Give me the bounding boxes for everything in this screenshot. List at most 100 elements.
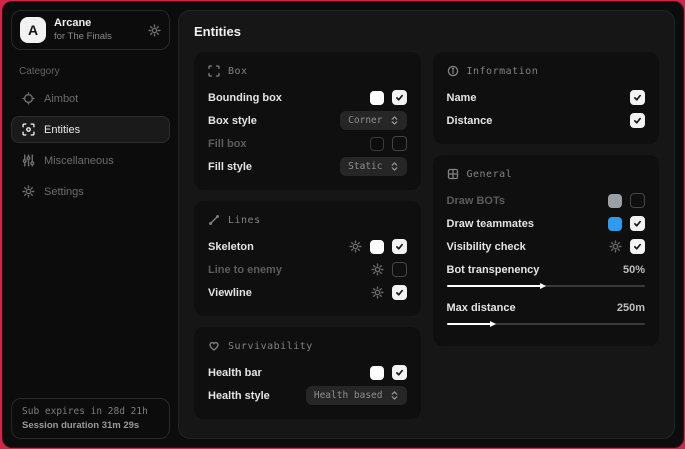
card-header: Information xyxy=(447,65,646,77)
row-settings-gear-icon[interactable] xyxy=(349,240,362,253)
setting-label: Viewline xyxy=(208,287,252,299)
setting-controls xyxy=(349,239,407,254)
slider-max-distance[interactable] xyxy=(447,320,646,328)
card-columns: Box Bounding box Box style Corner Fill b… xyxy=(194,52,659,419)
setting-label: Draw BOTs xyxy=(447,195,505,207)
sidebar-item-settings[interactable]: Settings xyxy=(11,178,170,205)
setting-label: Draw teammates xyxy=(447,218,534,230)
sidebar-item-label: Aimbot xyxy=(44,93,78,105)
setting-controls: Corner xyxy=(340,111,406,130)
setting-row: Fill style Static xyxy=(208,155,407,178)
card-title: Survivability xyxy=(228,341,313,352)
card-header: Lines xyxy=(208,214,407,226)
setting-label: Line to enemy xyxy=(208,264,282,276)
setting-controls xyxy=(370,90,407,105)
setting-label: Max distance xyxy=(447,302,516,314)
setting-row: Name xyxy=(447,86,646,109)
setting-row: Draw teammates xyxy=(447,212,646,235)
dropdown-health-style[interactable]: Health based xyxy=(306,386,407,405)
color-swatch[interactable] xyxy=(370,137,384,151)
sidebar-nav: Aimbot Entities Miscellaneous Settings xyxy=(11,85,170,205)
color-swatch[interactable] xyxy=(370,91,384,105)
card-title: Box xyxy=(228,66,248,77)
checkbox-skeleton[interactable] xyxy=(392,239,407,254)
row-settings-gear-icon[interactable] xyxy=(371,286,384,299)
checkbox-draw-bots[interactable] xyxy=(630,193,645,208)
sidebar-item-miscellaneous[interactable]: Miscellaneous xyxy=(11,147,170,174)
session-duration-text: Session duration 31m 29s xyxy=(22,420,159,431)
dropdown-box-style[interactable]: Corner xyxy=(340,111,406,130)
card-box: Box Bounding box Box style Corner Fill b… xyxy=(194,52,421,190)
card-general: General Draw BOTs Draw teammates Visibil… xyxy=(433,155,660,346)
color-swatch[interactable] xyxy=(608,217,622,231)
setting-controls xyxy=(371,285,407,300)
checkbox-distance[interactable] xyxy=(630,113,645,128)
right-column: Information Name Distance General Draw B… xyxy=(433,52,660,346)
category-label: Category xyxy=(19,66,162,77)
sidebar: A Arcane for The Finals Category Aimbot … xyxy=(3,2,176,447)
checkbox-viewline[interactable] xyxy=(392,285,407,300)
sidebar-item-label: Settings xyxy=(44,186,84,198)
setting-label: Distance xyxy=(447,115,493,127)
setting-controls xyxy=(608,216,645,231)
brand-card: A Arcane for The Finals xyxy=(11,10,170,50)
slider-bot-transpenency[interactable] xyxy=(447,282,646,290)
setting-row: Viewline xyxy=(208,281,407,304)
checkbox-line-to-enemy[interactable] xyxy=(392,262,407,277)
slider-setting: Bot transpenency 50% xyxy=(447,258,646,296)
setting-row: Visibility check xyxy=(447,235,646,258)
row-settings-gear-icon[interactable] xyxy=(609,240,622,253)
card-header: Survivability xyxy=(208,340,407,352)
card-survivability: Survivability Health bar Health style He… xyxy=(194,327,421,419)
setting-label: Skeleton xyxy=(208,241,254,253)
dropdown-value: Corner xyxy=(348,115,382,126)
setting-controls xyxy=(371,262,407,277)
brand-settings-gear-icon[interactable] xyxy=(148,24,161,37)
dropdown-value: Static xyxy=(348,161,382,172)
checkbox-bounding-box[interactable] xyxy=(392,90,407,105)
checkbox-health-bar[interactable] xyxy=(392,365,407,380)
setting-row: Bounding box xyxy=(208,86,407,109)
sidebar-item-label: Entities xyxy=(44,124,80,136)
chevrons-up-down-icon xyxy=(390,161,399,172)
setting-label: Bot transpenency xyxy=(447,264,540,276)
checkbox-visibility-check[interactable] xyxy=(630,239,645,254)
sidebar-item-label: Miscellaneous xyxy=(44,155,114,167)
app-window: A Arcane for The Finals Category Aimbot … xyxy=(2,1,684,448)
setting-label: Health style xyxy=(208,390,270,402)
brand-subtitle: for The Finals xyxy=(54,31,112,43)
left-column: Box Bounding box Box style Corner Fill b… xyxy=(194,52,421,419)
setting-label: Fill box xyxy=(208,138,247,150)
color-swatch[interactable] xyxy=(370,366,384,380)
brand-name: Arcane xyxy=(54,17,112,31)
chevrons-up-down-icon xyxy=(390,115,399,126)
brand-text: Arcane for The Finals xyxy=(54,17,112,43)
color-swatch[interactable] xyxy=(370,240,384,254)
slider-thumb[interactable] xyxy=(540,283,546,289)
dropdown-value: Health based xyxy=(314,390,383,401)
sidebar-item-entities[interactable]: Entities xyxy=(11,116,170,143)
checkbox-name[interactable] xyxy=(630,90,645,105)
slider-fill xyxy=(447,323,493,325)
color-swatch[interactable] xyxy=(608,194,622,208)
sidebar-item-aimbot[interactable]: Aimbot xyxy=(11,85,170,112)
setting-label: Name xyxy=(447,92,477,104)
setting-controls xyxy=(608,193,645,208)
checkbox-fill-box[interactable] xyxy=(392,136,407,151)
slider-thumb[interactable] xyxy=(490,321,496,327)
setting-row: Line to enemy xyxy=(208,258,407,281)
card-title: General xyxy=(467,169,513,180)
card-information: Information Name Distance xyxy=(433,52,660,144)
dropdown-fill-style[interactable]: Static xyxy=(340,157,406,176)
sub-expiry-text: Sub expires in 28d 21h xyxy=(22,406,159,417)
setting-row: Distance xyxy=(447,109,646,132)
checkbox-draw-teammates[interactable] xyxy=(630,216,645,231)
setting-controls: Static xyxy=(340,157,406,176)
setting-row: Health bar xyxy=(208,361,407,384)
row-settings-gear-icon[interactable] xyxy=(371,263,384,276)
card-title: Information xyxy=(467,66,539,77)
grid-icon xyxy=(447,168,459,180)
info-icon xyxy=(447,65,459,77)
setting-controls xyxy=(630,90,645,105)
card-header: Box xyxy=(208,65,407,77)
